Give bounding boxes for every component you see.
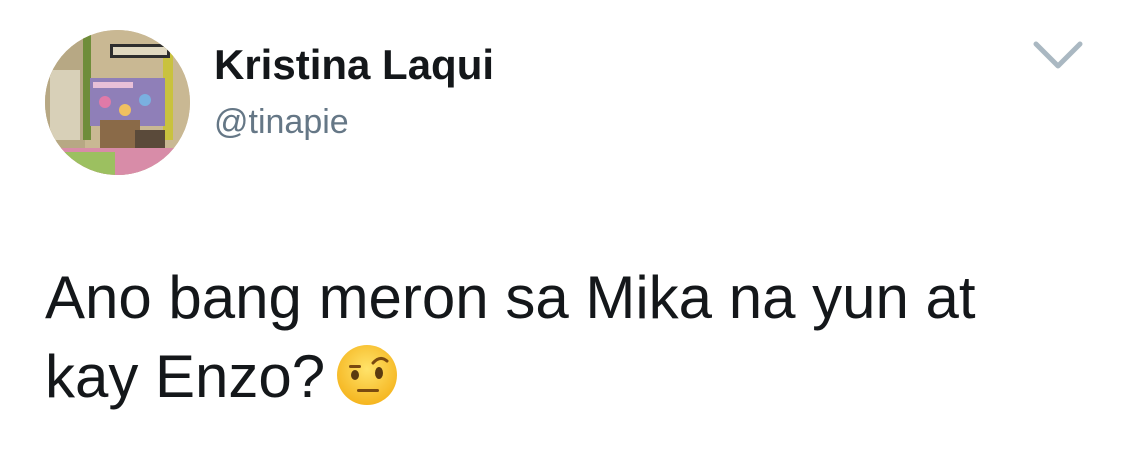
author-handle[interactable]: @tinapie (214, 101, 349, 143)
tweet-text-line-2-text: kay Enzo? (45, 343, 326, 410)
tweet-text: Ano bang meron sa Mika na yun at kay Enz… (45, 258, 1085, 416)
author-display-name[interactable]: Kristina Laqui (214, 40, 494, 90)
chevron-down-icon[interactable] (1030, 36, 1086, 76)
tweet-text-line-2: kay Enzo? (45, 337, 1085, 416)
tweet-card: Kristina Laqui @tinapie Ano bang meron s… (0, 0, 1125, 451)
avatar[interactable] (45, 30, 190, 175)
avatar-photo (45, 30, 190, 175)
face-with-raised-eyebrow-emoji-icon (335, 343, 399, 407)
tweet-text-line-1: Ano bang meron sa Mika na yun at (45, 264, 976, 331)
